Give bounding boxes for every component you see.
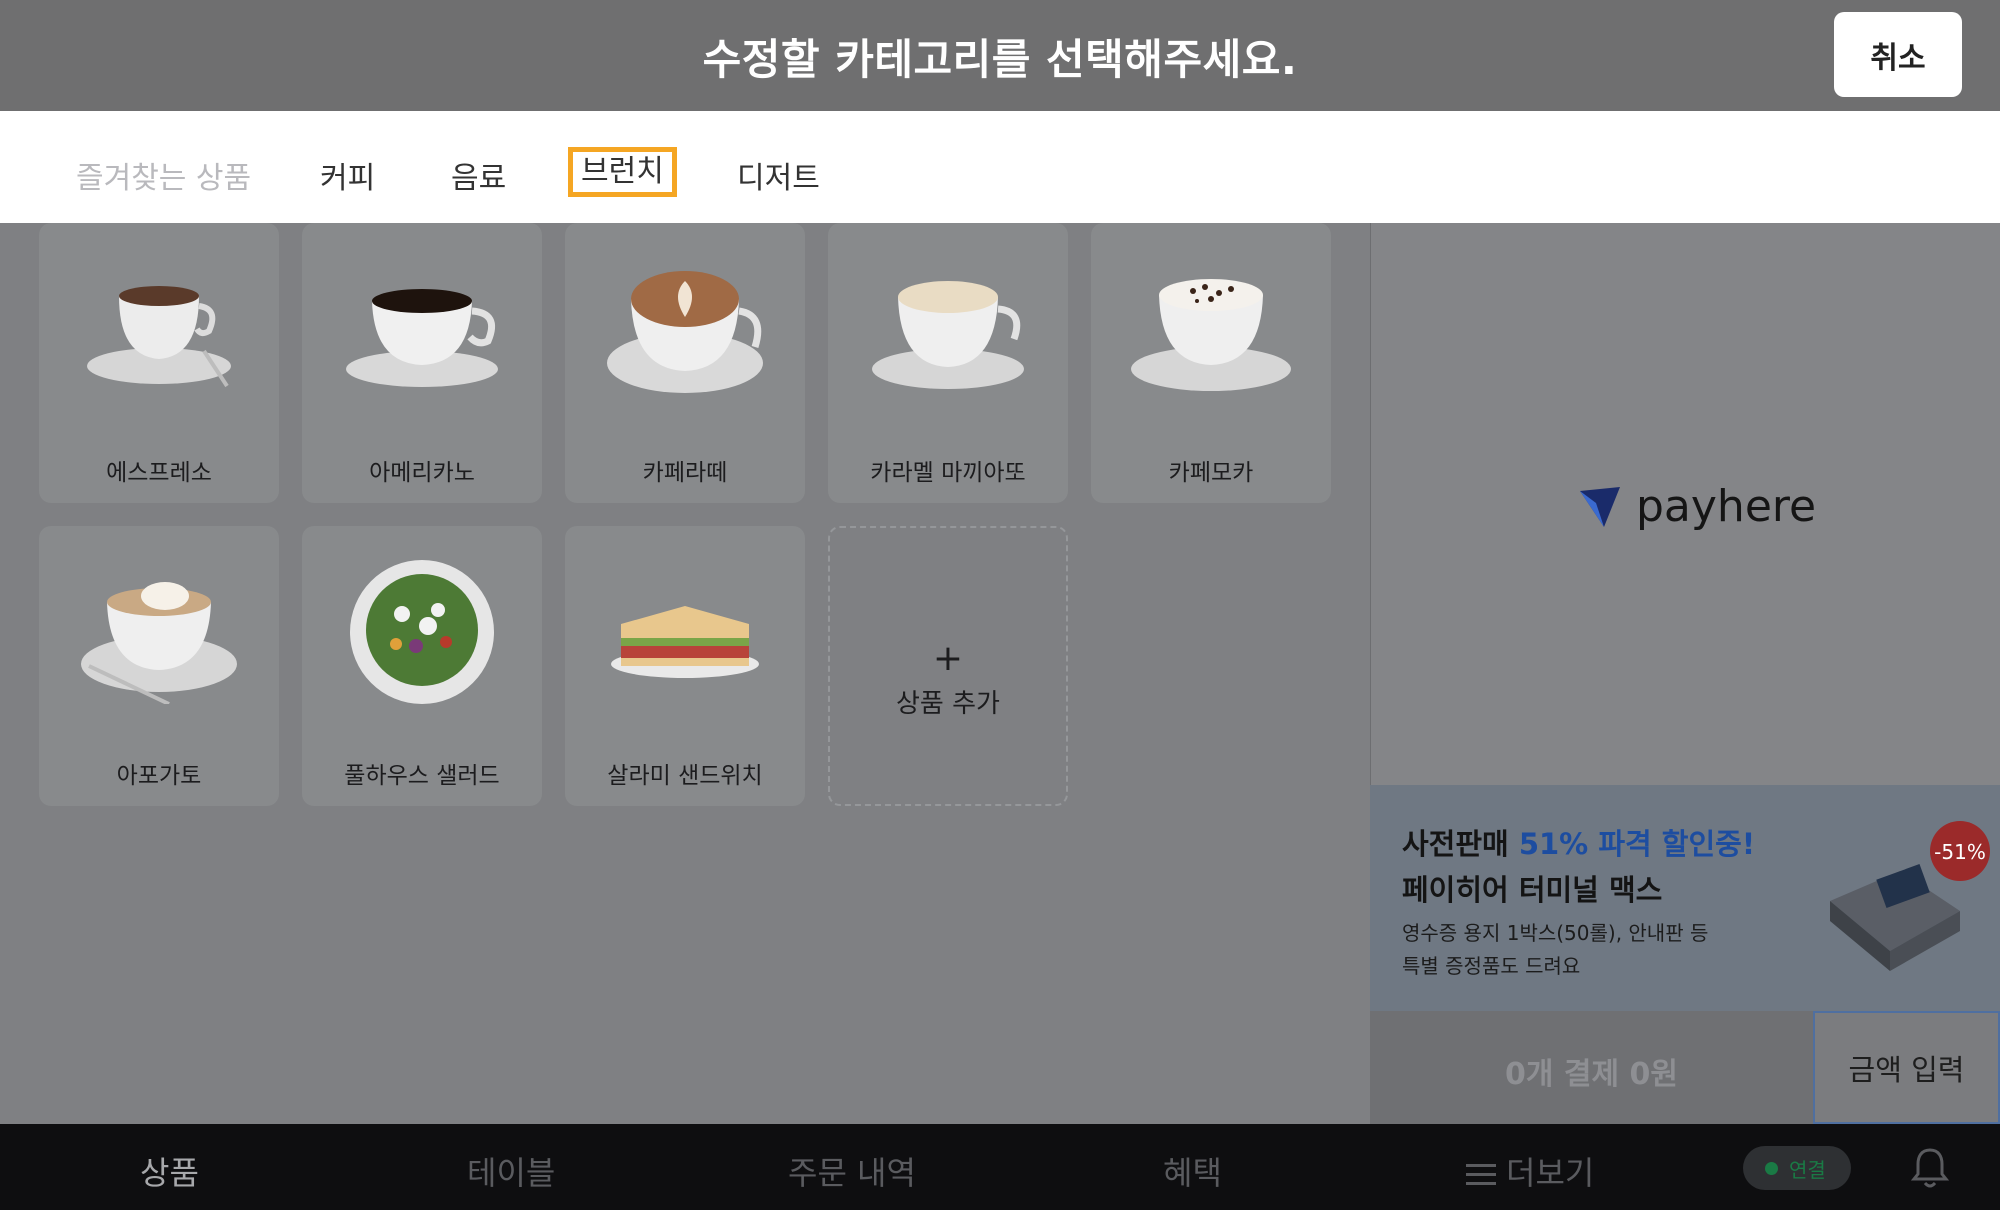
product-card[interactable]: 아메리카노 xyxy=(302,223,542,503)
payment-terminal-icon: -51% xyxy=(1830,821,1990,971)
product-name: 카페모카 xyxy=(1168,460,1254,486)
promo-banner[interactable]: 사전판매 51% 파격 할인중! 페이히어 터미널 맥스 영수증 용지 1박스(… xyxy=(1370,785,2000,1011)
bottom-nav: 상품 테이블 주문 내역 혜택 더보기 연결 xyxy=(0,1124,2000,1210)
sandwich-icon xyxy=(611,606,759,678)
nav-benefits[interactable]: 혜택 xyxy=(1163,1148,1222,1194)
product-card[interactable]: 풀하우스 샐러드 xyxy=(302,526,542,806)
tab-brunch[interactable]: 브런치 xyxy=(568,147,677,197)
product-card[interactable]: 아포가토 xyxy=(39,526,279,806)
menu-icon xyxy=(1466,1164,1496,1185)
payment-bar: 0개 결제 0원 금액 입력 xyxy=(1370,1011,2000,1124)
product-grid: 에스프레소 아메리카노 카페라떼 카라멜 마끼아또 카페모카 아포가토 풀하우스… xyxy=(0,223,1370,1124)
espresso-cup-icon xyxy=(87,286,231,388)
promo-headline: 사전판매 51% 파격 할인중! xyxy=(1402,821,1755,863)
brand-name: payhere xyxy=(1636,481,1817,532)
promo-detail: 특별 증정품도 드려요 xyxy=(1402,954,1581,978)
mocha-cup-icon xyxy=(1131,279,1291,391)
product-card[interactable]: 살라미 샌드위치 xyxy=(565,526,805,806)
nav-order-history[interactable]: 주문 내역 xyxy=(788,1148,916,1194)
cancel-button[interactable]: 취소 xyxy=(1834,12,1962,97)
header-title: 수정할 카테고리를 선택해주세요. xyxy=(702,35,1298,84)
product-name: 풀하우스 샐러드 xyxy=(344,763,500,789)
add-product-label: 상품 추가 xyxy=(896,689,1000,719)
payhere-logo-icon xyxy=(1580,486,1620,527)
product-name: 카페라떼 xyxy=(642,460,728,486)
bell-icon[interactable] xyxy=(1910,1146,1950,1190)
nav-products[interactable]: 상품 xyxy=(140,1148,199,1194)
promo-headline-prefix: 사전판매 xyxy=(1402,827,1519,861)
promo-product: 페이히어 터미널 맥스 xyxy=(1402,873,1663,907)
promo-headline-accent: 51% 파격 할인중! xyxy=(1518,827,1756,861)
product-card[interactable]: 에스프레소 xyxy=(39,223,279,503)
connection-status[interactable]: 연결 xyxy=(1743,1146,1851,1190)
product-name: 아포가토 xyxy=(116,763,202,789)
latte-cup-icon xyxy=(607,271,763,393)
status-dot-icon xyxy=(1765,1162,1778,1175)
payment-summary[interactable]: 0개 결제 0원 xyxy=(1370,1049,1813,1093)
product-card[interactable]: 카라멜 마끼아또 xyxy=(828,223,1068,503)
salad-bowl-icon xyxy=(350,560,494,704)
nav-more-label: 더보기 xyxy=(1506,1154,1595,1192)
plus-icon: + xyxy=(932,638,964,679)
product-card[interactable]: 카페라떼 xyxy=(565,223,805,503)
product-name: 에스프레소 xyxy=(106,460,212,486)
amount-input-button[interactable]: 금액 입력 xyxy=(1813,1011,2000,1124)
tab-dessert[interactable]: 디저트 xyxy=(737,153,820,197)
order-panel: payhere xyxy=(1370,223,2000,785)
promo-detail: 영수증 용지 1박스(50롤), 안내판 등 xyxy=(1402,921,1709,945)
product-name: 카라멜 마끼아또 xyxy=(870,460,1026,486)
category-tabs: 즐겨찾는 상품 커피 음료 브런치 디저트 xyxy=(0,111,2000,223)
tab-drinks[interactable]: 음료 xyxy=(451,153,506,197)
tab-favorites[interactable]: 즐겨찾는 상품 xyxy=(76,153,251,197)
discount-badge: -51% xyxy=(1934,840,1986,864)
affogato-cup-icon xyxy=(81,582,237,704)
americano-cup-icon xyxy=(346,289,498,387)
product-name: 살라미 샌드위치 xyxy=(607,763,763,789)
nav-tables[interactable]: 테이블 xyxy=(467,1148,555,1194)
status-label: 연결 xyxy=(1789,1158,1826,1182)
edit-mode-header: 수정할 카테고리를 선택해주세요. 취소 xyxy=(0,0,2000,111)
payhere-logo: payhere xyxy=(1578,481,1816,532)
macchiato-cup-icon xyxy=(872,281,1024,389)
tab-coffee[interactable]: 커피 xyxy=(320,153,375,197)
nav-more[interactable]: 더보기 xyxy=(1466,1148,1594,1194)
product-card[interactable]: 카페모카 xyxy=(1091,223,1331,503)
add-product-button[interactable]: + 상품 추가 xyxy=(828,526,1068,806)
product-name: 아메리카노 xyxy=(369,460,475,486)
